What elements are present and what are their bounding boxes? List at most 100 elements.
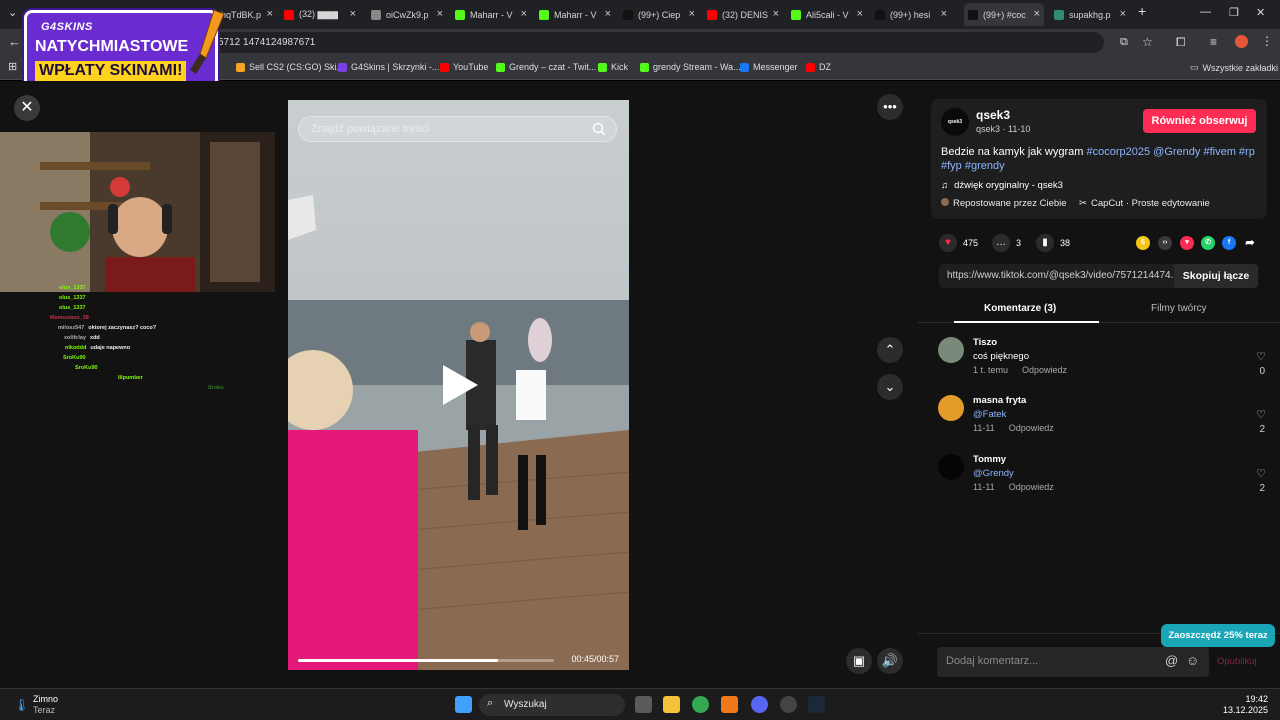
all-bookmarks-link[interactable]: ▭ Wszystkie zakładki <box>1190 62 1278 73</box>
tab-close-icon[interactable]: × <box>267 8 273 20</box>
comment-action[interactable]: … 3 <box>992 234 1021 252</box>
extensions-icon[interactable]: ⧠ <box>1176 35 1186 50</box>
browser-tab[interactable]: Ali5cali - V × <box>787 3 867 26</box>
related-search-input[interactable]: Znajdź powiązane treści <box>298 116 617 142</box>
install-app-icon[interactable]: ⧉ <box>1120 36 1128 49</box>
sound-link[interactable]: ♫ dźwięk oryginalny - qsek3 <box>941 180 1063 191</box>
search-icon[interactable] <box>592 122 606 136</box>
repost-chip[interactable]: Repostowane przez Ciebie <box>941 198 1067 209</box>
app-icon-dark[interactable] <box>780 696 797 713</box>
window-close-icon[interactable]: ✕ <box>1256 6 1265 19</box>
reply-link[interactable]: Odpowiedz <box>1009 482 1054 492</box>
browser-tab[interactable]: (99+) Ciep × <box>619 3 699 26</box>
video-player[interactable]: Znajdź powiązane treści 00:45/00:57 <box>288 100 629 670</box>
back-icon[interactable]: ← <box>8 34 21 49</box>
floating-player-icon[interactable]: ▣ <box>846 648 872 674</box>
publish-button[interactable]: Opublikuj <box>1217 656 1257 667</box>
task-view-icon[interactable] <box>635 696 652 713</box>
media-controls-icon[interactable]: ≡ <box>1210 35 1217 49</box>
restore-icon[interactable]: ❐ <box>1229 6 1239 19</box>
tab-close-icon[interactable]: × <box>521 8 527 20</box>
minimize-icon[interactable]: — <box>1200 6 1211 18</box>
tab-comments[interactable]: Komentarze (3) <box>984 303 1056 314</box>
like-action[interactable]: ♥ 475 <box>939 234 978 252</box>
embed-icon[interactable]: ‹› <box>1158 236 1172 250</box>
browser-tab[interactable]: oiCwZk9.p × <box>367 3 447 26</box>
whatsapp-icon[interactable]: ✆ <box>1201 236 1215 250</box>
comment-like-icon[interactable]: ♡ <box>1254 467 1268 480</box>
more-options-icon[interactable]: ••• <box>877 94 903 120</box>
taskbar-search[interactable]: ⌕ Wyszukaj <box>479 694 625 716</box>
tab-close-icon[interactable]: × <box>605 8 611 20</box>
chrome-icon[interactable] <box>692 696 709 713</box>
comment-avatar[interactable] <box>938 454 964 480</box>
start-icon[interactable] <box>455 696 472 713</box>
browser-tab[interactable]: Maharr - V × <box>451 3 531 26</box>
comment-avatar[interactable] <box>938 395 964 421</box>
comment-text[interactable]: @Grendy <box>973 468 1014 479</box>
steam-icon[interactable] <box>808 696 825 713</box>
tab-close-icon[interactable]: × <box>1034 8 1040 20</box>
url-field[interactable]: 5712 1474124987671 <box>200 32 1104 53</box>
comment-author[interactable]: Tommy <box>973 454 1006 465</box>
profile-avatar[interactable] <box>1235 35 1248 48</box>
emoji-icon[interactable]: ☺ <box>1186 653 1199 668</box>
tab-close-icon[interactable]: × <box>857 8 863 20</box>
bookmark-item[interactable]: grendy Stream - Wa... <box>640 62 741 72</box>
bookmark-item[interactable]: G4Skins | Skrzynki -... <box>338 62 439 72</box>
tab-close-icon[interactable]: × <box>1120 8 1126 20</box>
comment-avatar[interactable] <box>938 337 964 363</box>
tab-close-icon[interactable]: × <box>350 8 356 20</box>
bookmark-item[interactable]: Sell CS2 (CS:GO) Ski... <box>236 62 344 72</box>
copy-link-button[interactable]: Skopiuj łącze <box>1174 264 1258 288</box>
bookmark-item[interactable]: DZ <box>806 62 831 72</box>
mention-icon[interactable]: @ <box>1165 653 1178 668</box>
tab-close-icon[interactable]: × <box>773 8 779 20</box>
video-progress-bar[interactable] <box>298 659 554 662</box>
tab-creator-videos[interactable]: Filmy twórcy <box>1151 303 1207 314</box>
facebook-icon[interactable]: f <box>1222 236 1236 250</box>
share-icon[interactable]: ➦ <box>1243 236 1257 250</box>
coin-icon[interactable]: $ <box>1136 236 1150 250</box>
reply-link[interactable]: Odpowiedz <box>1022 365 1067 375</box>
comment-author[interactable]: Tiszo <box>973 337 997 348</box>
comment-input[interactable]: Dodaj komentarz... @ ☺ <box>937 647 1209 677</box>
follow-button[interactable]: Również obserwuj <box>1143 109 1256 133</box>
bookmark-item[interactable]: Kick <box>598 62 628 72</box>
volume-icon[interactable]: 🔊 <box>877 648 903 674</box>
bookmark-star-icon[interactable]: ☆ <box>1142 35 1153 49</box>
discount-badge[interactable]: Zaoszczędź 25% teraz <box>1161 624 1275 647</box>
previous-video-icon[interactable]: ⌃ <box>877 337 903 363</box>
bookmark-item[interactable]: YouTube <box>440 62 488 72</box>
next-video-icon[interactable]: ⌄ <box>877 374 903 400</box>
new-tab-button[interactable]: + <box>1138 3 1146 19</box>
reply-link[interactable]: Odpowiedz <box>1009 423 1054 433</box>
bookmark-item[interactable]: Messenger <box>740 62 798 72</box>
apps-grid-icon[interactable]: ⊞ <box>8 60 17 73</box>
bookmark-item[interactable]: Grendy – czat - Twit... <box>496 62 596 72</box>
menu-kebab-icon[interactable]: ⋮ <box>1261 34 1273 48</box>
file-explorer-icon[interactable] <box>663 696 680 713</box>
capcut-chip[interactable]: ✂ CapCut · Proste edytowanie <box>1079 198 1210 209</box>
tab-close-icon[interactable]: × <box>437 8 443 20</box>
browser-tab[interactable]: supakhg.p × <box>1050 3 1130 26</box>
tab-search-chevron-icon[interactable]: ⌄ <box>8 6 17 19</box>
app-icon-orange[interactable] <box>721 696 738 713</box>
comment-author[interactable]: masna fryta <box>973 395 1026 406</box>
author-name[interactable]: qsek3 <box>976 108 1010 122</box>
system-clock[interactable]: 19:42 13.12.2025 <box>1223 694 1268 716</box>
author-avatar[interactable]: qsek3 <box>941 108 969 136</box>
comment-like-icon[interactable]: ♡ <box>1254 408 1268 421</box>
save-action[interactable]: ▮ 38 <box>1036 234 1070 252</box>
browser-tab[interactable]: Maharr - V × <box>535 3 615 26</box>
browser-tab[interactable]: (99+) hesi × <box>871 3 951 26</box>
discord-icon[interactable] <box>751 696 768 713</box>
comment-text[interactable]: @Fatek <box>973 409 1006 420</box>
tab-close-icon[interactable]: × <box>689 8 695 20</box>
browser-tab[interactable]: (32) ▆▆▆ × <box>280 3 360 26</box>
comment-like-icon[interactable]: ♡ <box>1254 350 1268 363</box>
close-video-button[interactable]: ✕ <box>14 95 40 121</box>
video-link-field[interactable]: https://www.tiktok.com/@qsek3/video/7571… <box>939 264 1258 288</box>
browser-tab[interactable]: (99+) #coc × <box>964 3 1044 26</box>
send-icon[interactable]: ▾ <box>1180 236 1194 250</box>
